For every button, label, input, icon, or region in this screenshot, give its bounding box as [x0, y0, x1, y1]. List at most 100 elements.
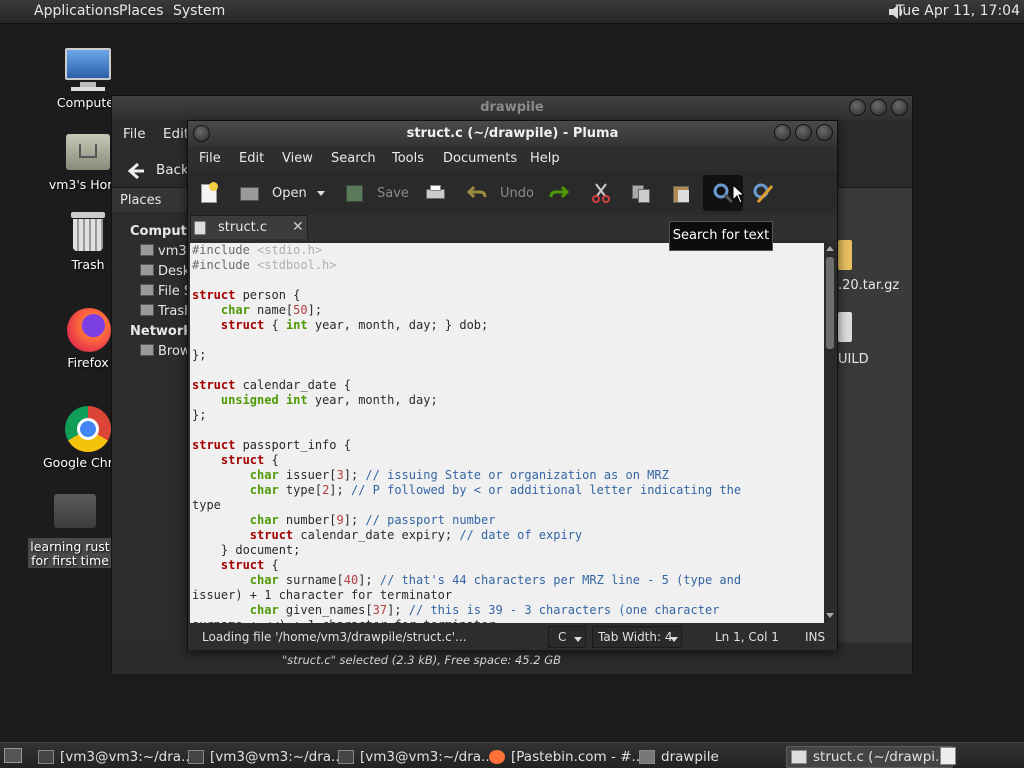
places-dropdown[interactable]: Places [112, 188, 190, 212]
fm-menu-file[interactable]: File [123, 126, 146, 142]
top-panel: Applications Places System Tue Apr 11, 1… [0, 0, 1024, 24]
undo-label: Undo [500, 185, 534, 201]
mouse-cursor-icon [732, 184, 744, 204]
redo-icon [548, 182, 570, 204]
terminal-icon [338, 750, 354, 764]
minimize-button[interactable] [849, 99, 866, 116]
menu-help[interactable]: Help [530, 151, 560, 166]
new-button[interactable] [198, 179, 220, 207]
code-line: }; [192, 408, 207, 422]
scissors-icon [590, 182, 612, 204]
tab-struct-c[interactable]: struct.c ✕ [190, 215, 308, 239]
desktop-icon-label: Google Chrome [43, 456, 118, 470]
file-item-archive[interactable]: .20.tar.gz [838, 278, 899, 293]
redo-button[interactable] [548, 179, 570, 207]
menu-edit[interactable]: Edit [239, 151, 264, 166]
sidebar-item-trash[interactable]: Trash [140, 304, 192, 319]
clock[interactable]: Tue Apr 11, 17:04 [896, 3, 1020, 19]
code-line: char given_names[37]; // this is 39 - 3 … [249, 603, 720, 617]
minimize-button[interactable] [774, 124, 791, 141]
tab-label: struct.c [218, 220, 267, 235]
code-line: char name[50]; [220, 303, 323, 317]
task-drawpile[interactable]: drawpile [639, 746, 719, 768]
firefox-icon [63, 306, 113, 352]
code-line: surname + <<) + 1 character for terminat… [192, 618, 824, 623]
maximize-button[interactable] [795, 124, 812, 141]
menu-view[interactable]: View [282, 151, 313, 166]
file-item-build[interactable]: UILD [838, 352, 869, 367]
back-button[interactable]: Back [156, 162, 189, 178]
close-button[interactable] [891, 99, 908, 116]
sidebar-item-vm3[interactable]: vm3 [140, 244, 187, 259]
search-tooltip: Search for text [669, 221, 773, 251]
open-folder-icon [238, 182, 260, 204]
fm-status-text: "struct.c" selected (2.3 kB), Free space… [282, 653, 562, 667]
fm-sidebar: Places Computer vm3 Desktop File System … [112, 188, 264, 674]
scroll-up-icon[interactable] [824, 244, 836, 254]
workspace-switcher[interactable] [940, 747, 956, 765]
menu-tools[interactable]: Tools [392, 151, 424, 166]
save-button[interactable]: Save [343, 179, 409, 207]
trash-icon [63, 208, 113, 254]
scrollbar-thumb[interactable] [826, 257, 834, 349]
firefox-icon [489, 750, 505, 764]
window-menu-button[interactable] [193, 125, 210, 142]
code-line: char number[9]; // passport number [249, 513, 496, 527]
code-line: struct { [220, 453, 279, 467]
task-label: drawpile [661, 749, 719, 765]
desktop-folder-learning-rust[interactable]: learning rust for first time [28, 488, 118, 568]
menu-search[interactable]: Search [331, 151, 376, 166]
drive-icon [140, 284, 154, 296]
maximize-button[interactable] [870, 99, 887, 116]
back-arrow-icon[interactable] [124, 160, 146, 182]
paste-icon [670, 182, 692, 204]
pluma-statusbar: Loading file '/home/vm3/drawpile/struct.… [188, 624, 837, 650]
computer-icon [63, 46, 113, 92]
fm-menu-edit[interactable]: Edit [163, 126, 189, 142]
task-terminal-3[interactable]: [vm3@vm3:~/dra... [338, 746, 494, 768]
tab-width-selector[interactable]: Tab Width: 4 [592, 626, 682, 648]
save-label: Save [377, 185, 409, 201]
print-button[interactable] [424, 179, 446, 207]
tab-close-icon[interactable]: ✕ [292, 219, 304, 235]
menu-file[interactable]: File [199, 151, 221, 166]
cut-button[interactable] [590, 179, 612, 207]
scroll-down-icon[interactable] [824, 611, 836, 621]
places-menu[interactable]: Places [119, 3, 164, 19]
language-selector[interactable]: C [548, 626, 586, 648]
task-firefox[interactable]: [Pastebin.com - #... [489, 746, 644, 768]
paste-button[interactable] [670, 179, 692, 207]
bottom-panel: [vm3@vm3:~/dra... [vm3@vm3:~/dra... [vm3… [0, 742, 1024, 768]
task-pluma[interactable]: struct.c (~/drawpi... [786, 746, 953, 768]
system-menu[interactable]: System [173, 3, 225, 19]
close-button[interactable] [816, 124, 833, 141]
pluma-titlebar: struct.c (~/drawpile) - Pluma [188, 121, 837, 146]
undo-button[interactable]: Undo [466, 179, 534, 207]
code-line: char issuer[3]; // issuing State or orga… [249, 468, 669, 482]
open-label: Open [272, 185, 307, 201]
replace-button[interactable] [752, 179, 774, 207]
task-label: struct.c (~/drawpi... [813, 749, 948, 765]
copy-button[interactable] [630, 179, 652, 207]
task-terminal-2[interactable]: [vm3@vm3:~/dra... [188, 746, 344, 768]
open-dropdown[interactable] [316, 179, 326, 207]
open-button[interactable]: Open [238, 179, 307, 207]
task-label: [vm3@vm3:~/dra... [360, 749, 494, 765]
code-editor[interactable]: #include <stdio.h> #include <stdbool.h> st… [190, 243, 824, 623]
task-terminal-1[interactable]: [vm3@vm3:~/dra... [38, 746, 194, 768]
fm-title: drawpile [112, 96, 912, 120]
folder-icon [48, 488, 98, 534]
vertical-scrollbar[interactable] [824, 243, 836, 623]
search-icon [712, 182, 734, 204]
sidebar-item-label: vm3 [158, 244, 187, 259]
show-desktop-icon[interactable] [4, 748, 22, 763]
menu-documents[interactable]: Documents [443, 151, 517, 166]
tab-width-label: Tab Width: 4 [598, 630, 673, 644]
applications-menu[interactable]: Applications [34, 3, 120, 19]
code-line: struct passport_info { [192, 438, 351, 452]
desktop-icon [140, 264, 154, 276]
code-line: struct { int year, month, day; } dob; [220, 318, 489, 332]
fm-window-controls [849, 99, 908, 116]
task-label: [vm3@vm3:~/dra... [60, 749, 194, 765]
